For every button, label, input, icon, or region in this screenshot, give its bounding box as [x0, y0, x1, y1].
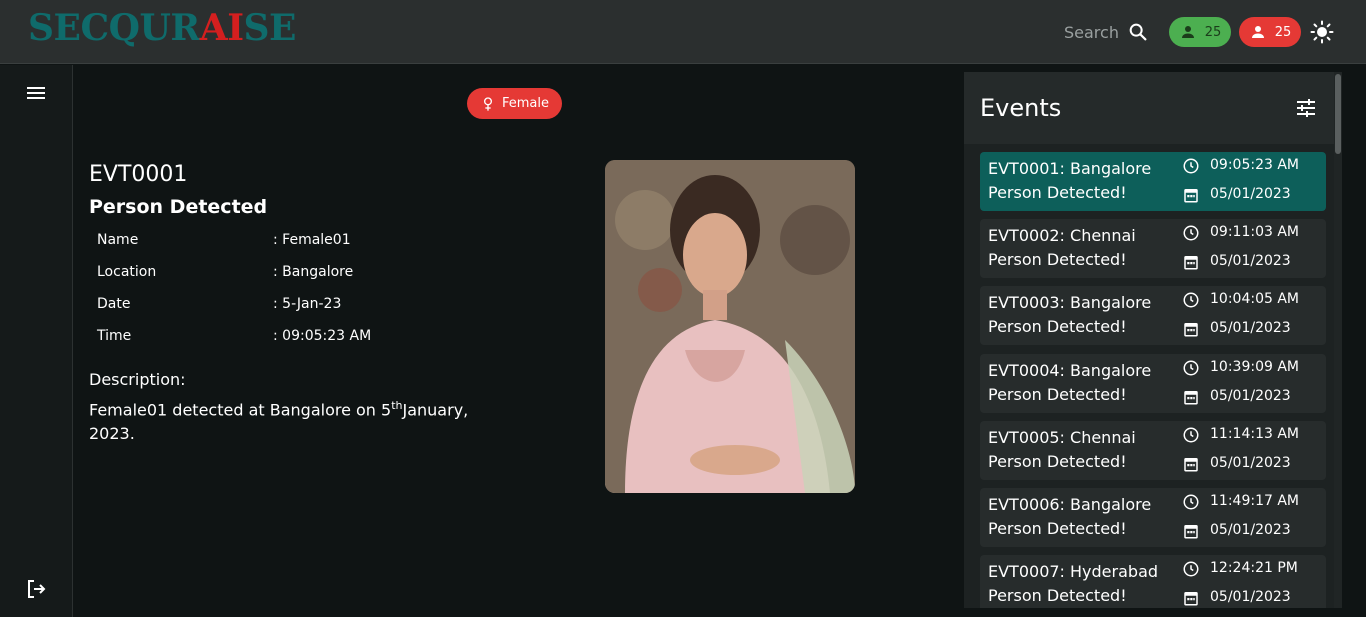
- search-button[interactable]: Search: [1064, 20, 1149, 44]
- clock-icon: [1183, 427, 1199, 443]
- calendar-icon: [1184, 458, 1198, 472]
- event-item-subtitle: Person Detected!: [988, 250, 1127, 269]
- event-item-time: 12:24:21 PM: [1210, 560, 1298, 576]
- logo: SECQURAISE: [28, 7, 296, 49]
- calendar-icon: [1184, 391, 1198, 405]
- search-icon: [1129, 23, 1147, 41]
- event-item-date: 05/01/2023: [1210, 589, 1291, 605]
- person-icon: [1251, 26, 1264, 38]
- events-scrollbar[interactable]: [1334, 72, 1342, 608]
- event-item[interactable]: EVT0004: Bangalore Person Detected! 10:3…: [980, 354, 1326, 413]
- event-item[interactable]: EVT0005: Chennai Person Detected! 11:14:…: [980, 421, 1326, 480]
- event-item[interactable]: EVT0007: Hyderabad Person Detected! 12:2…: [980, 555, 1326, 608]
- event-item-subtitle: Person Detected!: [988, 586, 1127, 605]
- event-item-title: EVT0003: Bangalore: [988, 293, 1152, 312]
- detail-value: : 09:05:23 AM: [273, 328, 372, 344]
- event-item-time: 11:49:17 AM: [1210, 493, 1299, 509]
- female-icon: [483, 96, 492, 111]
- events-header: Events: [964, 72, 1334, 144]
- event-item-time: 10:04:05 AM: [1210, 291, 1299, 307]
- clock-icon: [1183, 561, 1199, 577]
- detail-label: Time: [97, 328, 132, 344]
- event-item-time: 10:39:09 AM: [1210, 359, 1299, 375]
- clock-icon: [1183, 360, 1199, 376]
- event-item-subtitle: Person Detected!: [988, 385, 1127, 404]
- description-label: Description:: [89, 370, 186, 389]
- events-title: Events: [980, 94, 1062, 122]
- event-item-subtitle: Person Detected!: [988, 452, 1127, 471]
- event-item-date: 05/01/2023: [1210, 320, 1291, 336]
- event-item-date: 05/01/2023: [1210, 388, 1291, 404]
- event-item-time: 09:05:23 AM: [1210, 157, 1299, 173]
- logout-icon[interactable]: [24, 577, 48, 601]
- event-item-time: 09:11:03 AM: [1210, 224, 1299, 240]
- menu-icon[interactable]: [24, 81, 48, 105]
- calendar-icon: [1184, 256, 1198, 270]
- detail-value: : Female01: [273, 232, 351, 248]
- description-text: Female01 detected at Bangalore on 5thJan…: [89, 399, 469, 444]
- event-item-title: EVT0006: Bangalore: [988, 495, 1152, 514]
- detail-label: Date: [97, 296, 131, 312]
- filter-icon[interactable]: [1294, 96, 1318, 120]
- male-count-badge[interactable]: 25: [1169, 17, 1231, 47]
- female-count-badge[interactable]: 25: [1239, 17, 1301, 47]
- event-title: Person Detected: [89, 196, 268, 218]
- calendar-icon: [1184, 525, 1198, 539]
- event-item-title: EVT0005: Chennai: [988, 428, 1136, 447]
- event-item-title: EVT0002: Chennai: [988, 226, 1136, 245]
- event-item-date: 05/01/2023: [1210, 253, 1291, 269]
- calendar-icon: [1184, 189, 1198, 203]
- event-item-subtitle: Person Detected!: [988, 183, 1127, 202]
- event-item-date: 05/01/2023: [1210, 186, 1291, 202]
- scroll-thumb[interactable]: [1335, 74, 1341, 154]
- top-bar: SECQURAISE Search 25 25: [0, 0, 1366, 64]
- sidebar: [0, 65, 73, 617]
- event-item-title: EVT0001: Bangalore: [988, 159, 1152, 178]
- detail-value: : 5-Jan-23: [273, 296, 342, 312]
- gender-badge: Female: [467, 88, 562, 119]
- event-item-title: EVT0004: Bangalore: [988, 361, 1152, 380]
- clock-icon: [1183, 158, 1199, 174]
- male-count: 25: [1204, 24, 1222, 40]
- person-photo: [605, 160, 855, 493]
- clock-icon: [1183, 494, 1199, 510]
- event-item-subtitle: Person Detected!: [988, 317, 1127, 336]
- events-panel: Events EVT0001: Bangalore Person Detecte…: [964, 72, 1342, 608]
- sun-icon[interactable]: [1310, 20, 1334, 44]
- event-item[interactable]: EVT0001: Bangalore Person Detected! 09:0…: [980, 152, 1326, 211]
- event-item-date: 05/01/2023: [1210, 455, 1291, 471]
- person-icon: [1181, 26, 1194, 38]
- event-item[interactable]: EVT0002: Chennai Person Detected! 09:11:…: [980, 219, 1326, 278]
- event-item[interactable]: EVT0003: Bangalore Person Detected! 10:0…: [980, 286, 1326, 345]
- event-item-title: EVT0007: Hyderabad: [988, 562, 1159, 581]
- event-item-subtitle: Person Detected!: [988, 519, 1127, 538]
- clock-icon: [1183, 225, 1199, 241]
- event-id: EVT0001: [89, 162, 188, 187]
- detail-value: : Bangalore: [273, 264, 354, 280]
- event-item[interactable]: EVT0006: Bangalore Person Detected! 11:4…: [980, 488, 1326, 547]
- female-count: 25: [1274, 24, 1292, 40]
- gender-label: Female: [501, 96, 549, 111]
- calendar-icon: [1184, 323, 1198, 337]
- search-label: Search: [1064, 22, 1119, 42]
- event-item-date: 05/01/2023: [1210, 522, 1291, 538]
- detail-label: Name: [97, 232, 139, 248]
- clock-icon: [1183, 292, 1199, 308]
- event-item-time: 11:14:13 AM: [1210, 426, 1299, 442]
- detail-label: Location: [97, 264, 157, 280]
- calendar-icon: [1184, 592, 1198, 606]
